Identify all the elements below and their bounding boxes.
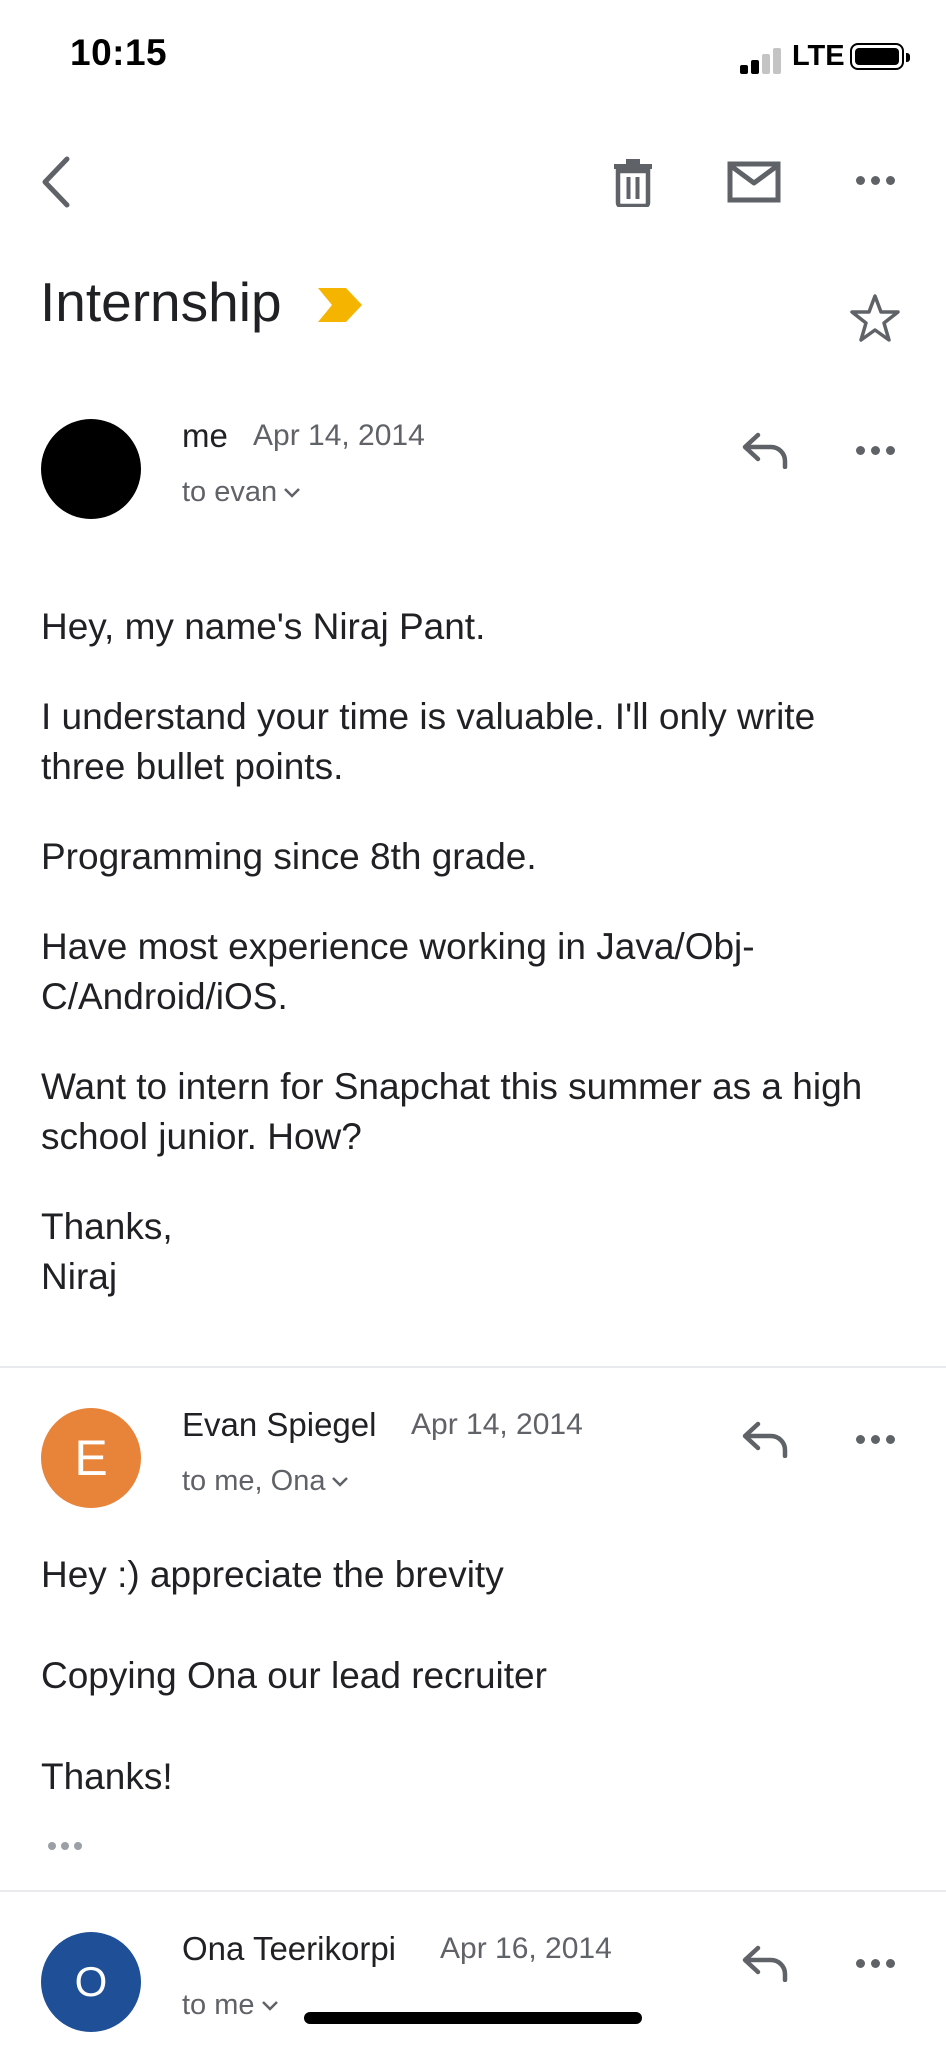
reply-button[interactable] <box>735 1933 795 1993</box>
recipients-toggle[interactable]: to me <box>182 1989 279 2022</box>
body-paragraph: Hey :) appreciate the brevity <box>41 1554 504 1595</box>
avatar-letter: E <box>74 1430 108 1486</box>
avatar-letter: O <box>74 1958 108 2005</box>
chevron-down-icon <box>332 1476 349 1487</box>
avatar[interactable]: O <box>41 1932 141 2032</box>
sender-name: Ona Teerikorpi <box>182 1930 397 1967</box>
chevron-left-icon <box>42 156 70 208</box>
battery-icon <box>850 43 910 70</box>
chevron-down-icon <box>284 487 301 498</box>
back-button[interactable] <box>28 148 84 216</box>
sender-name: Evan Spiegel <box>182 1406 377 1443</box>
more-horizontal-icon <box>855 1958 895 1968</box>
more-horizontal-icon <box>855 1434 895 1444</box>
message-date: Apr 14, 2014 <box>411 1408 583 1441</box>
chevron-down-icon <box>261 2000 278 2011</box>
message-divider <box>0 1366 946 1368</box>
message-more-button[interactable] <box>845 1943 905 1983</box>
envelope-icon <box>727 161 781 203</box>
mark-unread-button[interactable] <box>720 152 788 212</box>
body-paragraph: Copying Ona our lead recruiter <box>41 1655 547 1696</box>
network-type: LTE <box>792 40 845 72</box>
body-paragraph: Thanks, <box>41 1206 173 1247</box>
status-time: 10:15 <box>70 32 168 73</box>
body-paragraph: Have most experience working in Java/Obj… <box>41 926 755 1017</box>
reply-button[interactable] <box>735 420 795 480</box>
message-date: Apr 14, 2014 <box>253 419 425 452</box>
avatar[interactable] <box>41 419 141 519</box>
message-divider <box>0 1890 946 1892</box>
star-button[interactable] <box>843 286 907 350</box>
more-options-button[interactable] <box>845 160 905 200</box>
body-paragraph: Niraj <box>41 1256 118 1297</box>
recipients-text: to me <box>182 1989 255 2021</box>
important-marker-icon[interactable] <box>318 288 362 327</box>
body-paragraph: Programming since 8th grade. <box>41 836 537 877</box>
show-trimmed-content-button[interactable] <box>40 1834 90 1858</box>
message-more-button[interactable] <box>845 430 905 470</box>
message-body: Hey :) appreciate the brevity Copying On… <box>41 1550 901 1802</box>
home-indicator[interactable] <box>304 2012 642 2024</box>
message-date: Apr 16, 2014 <box>440 1932 612 1965</box>
message-more-button[interactable] <box>845 1419 905 1459</box>
email-subject: Internship <box>40 271 282 333</box>
sender-name: me <box>182 417 228 454</box>
reply-icon <box>742 1945 788 1982</box>
message-body: Hey, my name's Niraj Pant. I understand … <box>41 602 901 1302</box>
reply-icon <box>742 432 788 469</box>
more-horizontal-icon <box>48 1842 82 1850</box>
body-paragraph: Hey, my name's Niraj Pant. <box>41 606 486 647</box>
trash-icon <box>614 159 652 207</box>
body-paragraph: Want to intern for Snapchat this summer … <box>41 1066 863 1157</box>
reply-icon <box>742 1421 788 1458</box>
recipients-toggle[interactable]: to me, Ona <box>182 1465 349 1498</box>
star-icon <box>850 294 900 342</box>
avatar[interactable]: E <box>41 1408 141 1508</box>
body-paragraph: Thanks! <box>41 1756 173 1797</box>
recipients-toggle[interactable]: to evan <box>182 476 301 509</box>
more-horizontal-icon <box>855 175 895 185</box>
recipients-text: to evan <box>182 476 278 508</box>
reply-button[interactable] <box>735 1409 795 1469</box>
more-horizontal-icon <box>855 445 895 455</box>
recipients-text: to me, Ona <box>182 1465 326 1497</box>
delete-button[interactable] <box>603 150 663 214</box>
signal-strength-icon <box>740 44 786 74</box>
body-paragraph: I understand your time is valuable. I'll… <box>41 696 816 787</box>
